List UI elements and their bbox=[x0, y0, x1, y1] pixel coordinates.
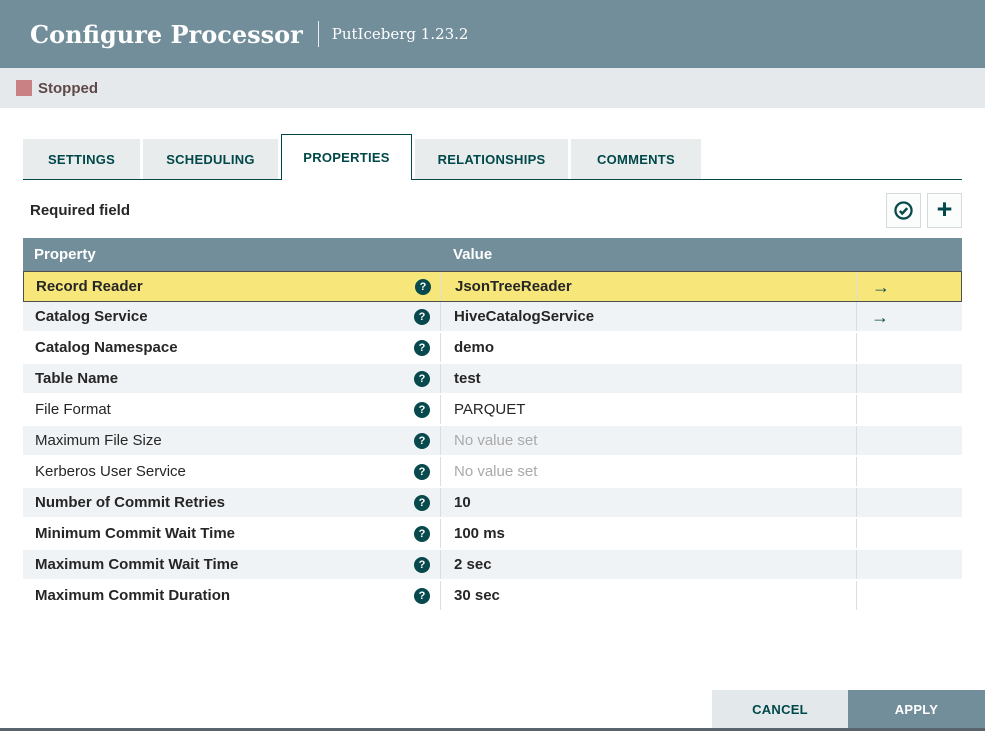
properties-toolbar: Required field + bbox=[23, 180, 962, 238]
dialog-title: Configure Processor bbox=[30, 19, 303, 49]
cancel-button-label: CANCEL bbox=[752, 701, 808, 717]
property-column-header: Property bbox=[34, 246, 96, 263]
help-icon[interactable]: ? bbox=[414, 494, 430, 511]
tab-label: SCHEDULING bbox=[166, 151, 255, 167]
help-icon[interactable]: ? bbox=[415, 278, 431, 295]
help-icon[interactable]: ? bbox=[414, 308, 430, 325]
add-property-button[interactable]: + bbox=[927, 193, 962, 228]
apply-button-label: APPLY bbox=[894, 701, 939, 717]
title-separator bbox=[317, 21, 319, 47]
dialog-footer: CANCEL APPLY bbox=[712, 690, 985, 728]
tab-relationships[interactable]: RELATIONSHIPS bbox=[415, 139, 568, 179]
help-icon[interactable]: ? bbox=[414, 432, 430, 449]
property-value[interactable]: JsonTreeReader bbox=[455, 278, 572, 295]
circle-check-icon bbox=[893, 200, 914, 221]
property-name: Number of Commit Retries bbox=[35, 494, 226, 511]
value-column-header: Value bbox=[453, 246, 493, 263]
property-name: Kerberos User Service bbox=[35, 463, 186, 480]
apply-button[interactable]: APPLY bbox=[848, 690, 985, 728]
required-field-label: Required field bbox=[30, 202, 131, 219]
table-row[interactable]: Maximum Commit Wait Time ? 2 sec bbox=[23, 550, 962, 581]
help-icon[interactable]: ? bbox=[414, 401, 430, 418]
property-name: Table Name bbox=[35, 370, 119, 387]
table-body: Record Reader ? JsonTreeReader → Catalog… bbox=[23, 271, 962, 612]
property-name: Maximum Commit Wait Time bbox=[35, 556, 239, 573]
help-icon[interactable]: ? bbox=[414, 525, 430, 542]
go-to-service-icon[interactable]: → bbox=[871, 308, 889, 326]
go-to-service-icon[interactable]: → bbox=[872, 278, 890, 296]
table-row[interactable]: Minimum Commit Wait Time ? 100 ms bbox=[23, 519, 962, 550]
table-header-row: Property Value bbox=[23, 238, 962, 271]
property-name: File Format bbox=[35, 401, 111, 418]
help-icon[interactable]: ? bbox=[414, 587, 430, 604]
property-value[interactable]: No value set bbox=[454, 463, 537, 480]
dialog-content: SETTINGS SCHEDULING PROPERTIES RELATIONS… bbox=[0, 134, 985, 612]
processor-type-version: PutIceberg 1.23.2 bbox=[331, 25, 469, 43]
help-icon[interactable]: ? bbox=[414, 339, 430, 356]
cancel-button[interactable]: CANCEL bbox=[712, 690, 848, 728]
table-row[interactable]: Catalog Namespace ? demo bbox=[23, 333, 962, 364]
tab-label: RELATIONSHIPS bbox=[437, 151, 546, 167]
table-row[interactable]: File Format ? PARQUET bbox=[23, 395, 962, 426]
help-icon[interactable]: ? bbox=[414, 556, 430, 573]
table-row[interactable]: Table Name ? test bbox=[23, 364, 962, 395]
property-value[interactable]: PARQUET bbox=[454, 401, 525, 418]
status-bar: Stopped bbox=[0, 68, 985, 108]
property-name: Catalog Namespace bbox=[35, 339, 178, 356]
property-name: Maximum Commit Duration bbox=[35, 587, 231, 604]
property-value[interactable]: 2 sec bbox=[454, 556, 492, 573]
dialog-header: Configure Processor PutIceberg 1.23.2 bbox=[0, 0, 985, 68]
property-name: Catalog Service bbox=[35, 308, 148, 325]
tab-label: COMMENTS bbox=[597, 151, 675, 167]
tab-scheduling[interactable]: SCHEDULING bbox=[143, 139, 278, 179]
property-value[interactable]: demo bbox=[454, 339, 494, 356]
tab-settings[interactable]: SETTINGS bbox=[23, 139, 140, 179]
property-name: Maximum File Size bbox=[35, 432, 162, 449]
tab-label: PROPERTIES bbox=[303, 150, 390, 165]
tab-comments[interactable]: COMMENTS bbox=[571, 139, 701, 179]
table-row[interactable]: Number of Commit Retries ? 10 bbox=[23, 488, 962, 519]
tab-properties[interactable]: PROPERTIES bbox=[281, 134, 412, 180]
verify-properties-button[interactable] bbox=[886, 193, 921, 228]
property-value[interactable]: No value set bbox=[454, 432, 537, 449]
property-value[interactable]: 100 ms bbox=[454, 525, 505, 542]
status-label: Stopped bbox=[38, 79, 98, 97]
property-value[interactable]: test bbox=[454, 370, 481, 387]
tab-strip: SETTINGS SCHEDULING PROPERTIES RELATIONS… bbox=[23, 134, 962, 180]
configure-processor-dialog: Configure Processor PutIceberg 1.23.2 St… bbox=[0, 0, 985, 731]
table-row[interactable]: Maximum Commit Duration ? 30 sec bbox=[23, 581, 962, 612]
property-value[interactable]: 30 sec bbox=[454, 587, 500, 604]
stopped-icon bbox=[16, 80, 32, 96]
tab-label: SETTINGS bbox=[47, 151, 116, 167]
help-icon[interactable]: ? bbox=[414, 370, 430, 387]
property-value[interactable]: HiveCatalogService bbox=[454, 308, 594, 325]
table-row[interactable]: Maximum File Size ? No value set bbox=[23, 426, 962, 457]
property-name: Record Reader bbox=[36, 278, 143, 295]
property-name: Minimum Commit Wait Time bbox=[35, 525, 236, 542]
table-row[interactable]: Kerberos User Service ? No value set bbox=[23, 457, 962, 488]
plus-icon: + bbox=[936, 193, 953, 224]
table-row[interactable]: Record Reader ? JsonTreeReader → bbox=[23, 271, 962, 302]
table-row[interactable]: Catalog Service ? HiveCatalogService → bbox=[23, 302, 962, 333]
help-icon[interactable]: ? bbox=[414, 463, 430, 480]
properties-table: Property Value Record Reader ? JsonTreeR… bbox=[23, 238, 962, 612]
property-value[interactable]: 10 bbox=[454, 494, 471, 511]
